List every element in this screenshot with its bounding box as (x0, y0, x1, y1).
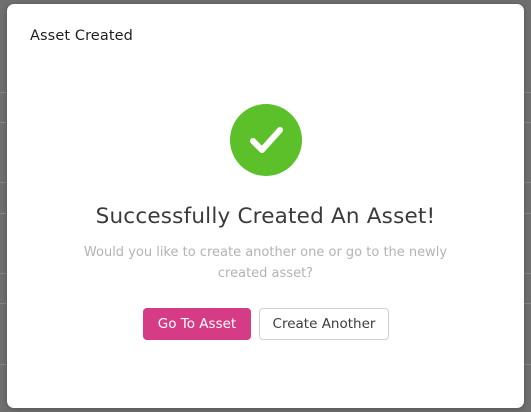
background-divider (523, 122, 531, 123)
check-circle-icon (230, 104, 302, 176)
background-divider (523, 303, 531, 304)
go-to-asset-button[interactable]: Go To Asset (143, 308, 251, 340)
background-divider (523, 92, 531, 93)
dialog-title: Asset Created (30, 28, 133, 44)
background-divider (523, 364, 531, 365)
asset-created-dialog: Asset Created Successfully Created An As… (7, 4, 524, 408)
create-another-button[interactable]: Create Another (259, 308, 389, 340)
background-divider (523, 182, 531, 183)
success-headline: Successfully Created An Asset! (95, 204, 436, 229)
success-message: Would you like to create another one or … (83, 245, 448, 281)
background-divider (523, 213, 531, 214)
background-divider (523, 273, 531, 274)
